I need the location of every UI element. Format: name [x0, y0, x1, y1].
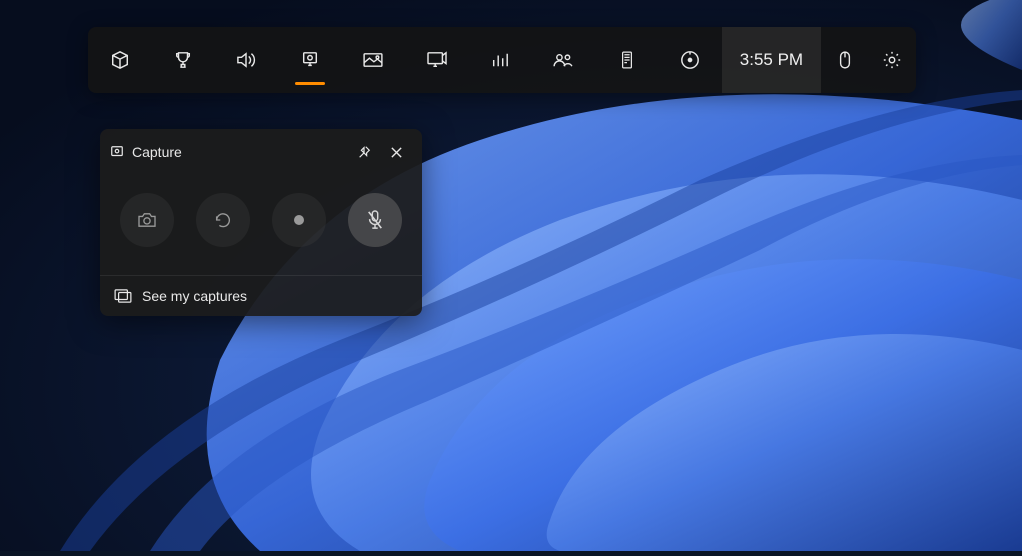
screenshot-button[interactable]: [120, 193, 174, 247]
gallery-icon: [114, 289, 132, 303]
game-bar: 3:55 PM: [88, 27, 916, 93]
xbox-social-button[interactable]: [532, 27, 595, 93]
mic-toggle-button[interactable]: [348, 193, 402, 247]
resources-button[interactable]: [595, 27, 658, 93]
capture-button[interactable]: [278, 27, 341, 93]
capture-widget-header: Capture: [100, 129, 422, 175]
see-my-captures-label: See my captures: [142, 288, 247, 304]
capture-widget-title: Capture: [132, 144, 348, 160]
record-last-button[interactable]: [196, 193, 250, 247]
performance-button[interactable]: [468, 27, 531, 93]
clock: 3:55 PM: [722, 27, 821, 93]
widget-menu-button[interactable]: [88, 27, 151, 93]
broadcast-button[interactable]: [405, 27, 468, 93]
spotify-button[interactable]: [659, 27, 722, 93]
close-button[interactable]: [380, 138, 412, 166]
settings-button[interactable]: [869, 27, 917, 93]
audio-button[interactable]: [215, 27, 278, 93]
capture-widget: Capture See my captures: [100, 129, 422, 316]
pin-button[interactable]: [348, 138, 380, 166]
see-my-captures-button[interactable]: See my captures: [100, 275, 422, 316]
achievements-button[interactable]: [151, 27, 214, 93]
start-recording-button[interactable]: [272, 193, 326, 247]
capture-widget-body: [100, 175, 422, 275]
gallery-button[interactable]: [342, 27, 405, 93]
capture-title-icon: [110, 145, 124, 159]
mouse-settings-button[interactable]: [821, 27, 869, 93]
